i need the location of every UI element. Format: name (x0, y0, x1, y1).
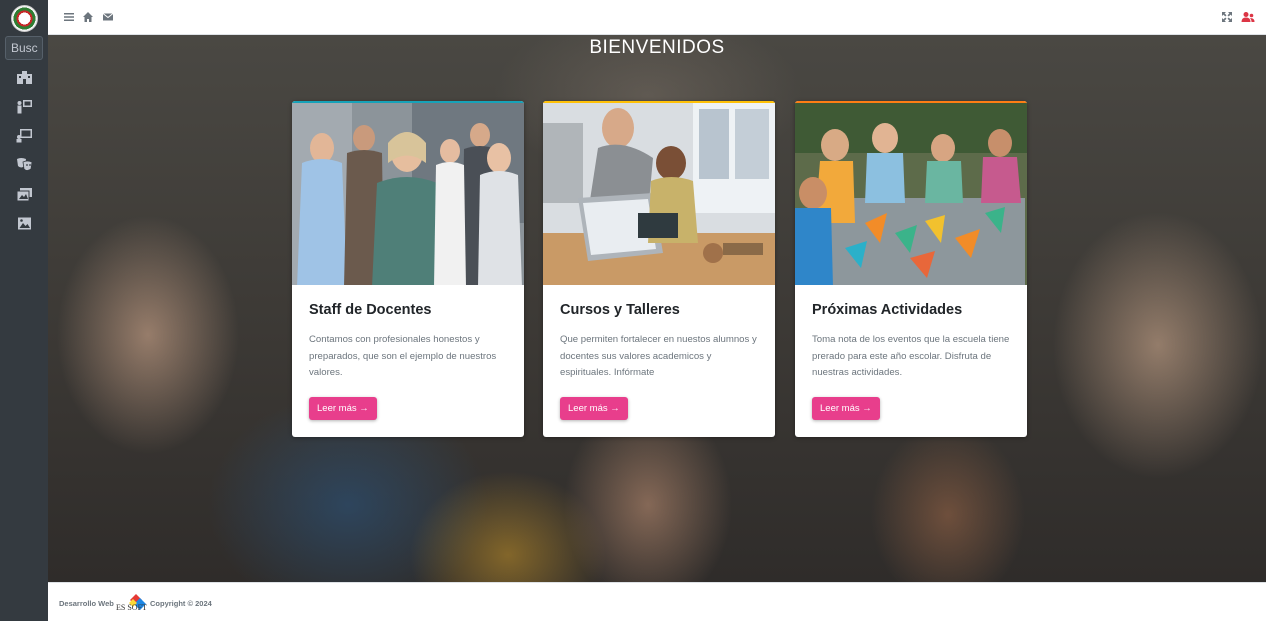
building-icon[interactable] (16, 70, 33, 85)
card-title: Próximas Actividades (812, 302, 963, 318)
staff-photo (292, 101, 524, 285)
photo-gallery-icon[interactable] (16, 187, 33, 202)
es-soft-logo[interactable]: ES SOFT (116, 592, 148, 612)
card-title: Cursos y Talleres (560, 302, 680, 318)
fullscreen-icon[interactable] (1221, 11, 1233, 23)
read-more-button[interactable]: Leer más → (560, 397, 628, 420)
card-title: Staff de Docentes (309, 302, 432, 318)
card-staff-docentes: Staff de Docentes Contamos con profesion… (292, 101, 524, 437)
card-proximas-actividades: Próximas Actividades Toma nota de los ev… (795, 101, 1027, 437)
copyright-text: Copyright © 2024 (150, 599, 212, 608)
read-more-button[interactable]: Leer más → (812, 397, 880, 420)
user-group-icon[interactable] (1241, 11, 1255, 23)
page-title: BIENVENIDOS (589, 37, 725, 58)
home-icon[interactable] (82, 11, 94, 23)
chalkboard-user-icon[interactable] (16, 128, 33, 143)
workshop-photo (543, 101, 775, 285)
theater-masks-icon[interactable] (16, 157, 33, 172)
image-icon[interactable] (16, 216, 33, 231)
card-text: Contamos con profesionales honestos y pr… (309, 334, 497, 378)
sidebar-search-input[interactable]: Busc (5, 36, 43, 60)
envelope-icon[interactable] (102, 11, 114, 23)
card-text: Que permiten fortalecer en nuestos alumn… (560, 334, 757, 378)
svg-text:ES SOFT: ES SOFT (116, 603, 147, 612)
activities-photo (795, 101, 1027, 285)
footer: Desarrollo Web ES SOFT Copyright © 2024 (48, 582, 1266, 621)
hero-banner: BIENVENIDOS Staff de Docentes Contamos c… (48, 35, 1266, 582)
teacher-board-icon[interactable] (16, 99, 33, 114)
top-navbar (48, 0, 1266, 35)
school-logo[interactable] (11, 5, 38, 32)
card-cursos-talleres: Cursos y Talleres Que permiten fortalece… (543, 101, 775, 437)
sidebar: Busc (0, 0, 48, 621)
read-more-button[interactable]: Leer más → (309, 397, 377, 420)
card-text: Toma nota de los eventos que la escuela … (812, 334, 1010, 378)
menu-icon[interactable] (63, 11, 75, 23)
footer-dev-text: Desarrollo Web (59, 599, 114, 608)
